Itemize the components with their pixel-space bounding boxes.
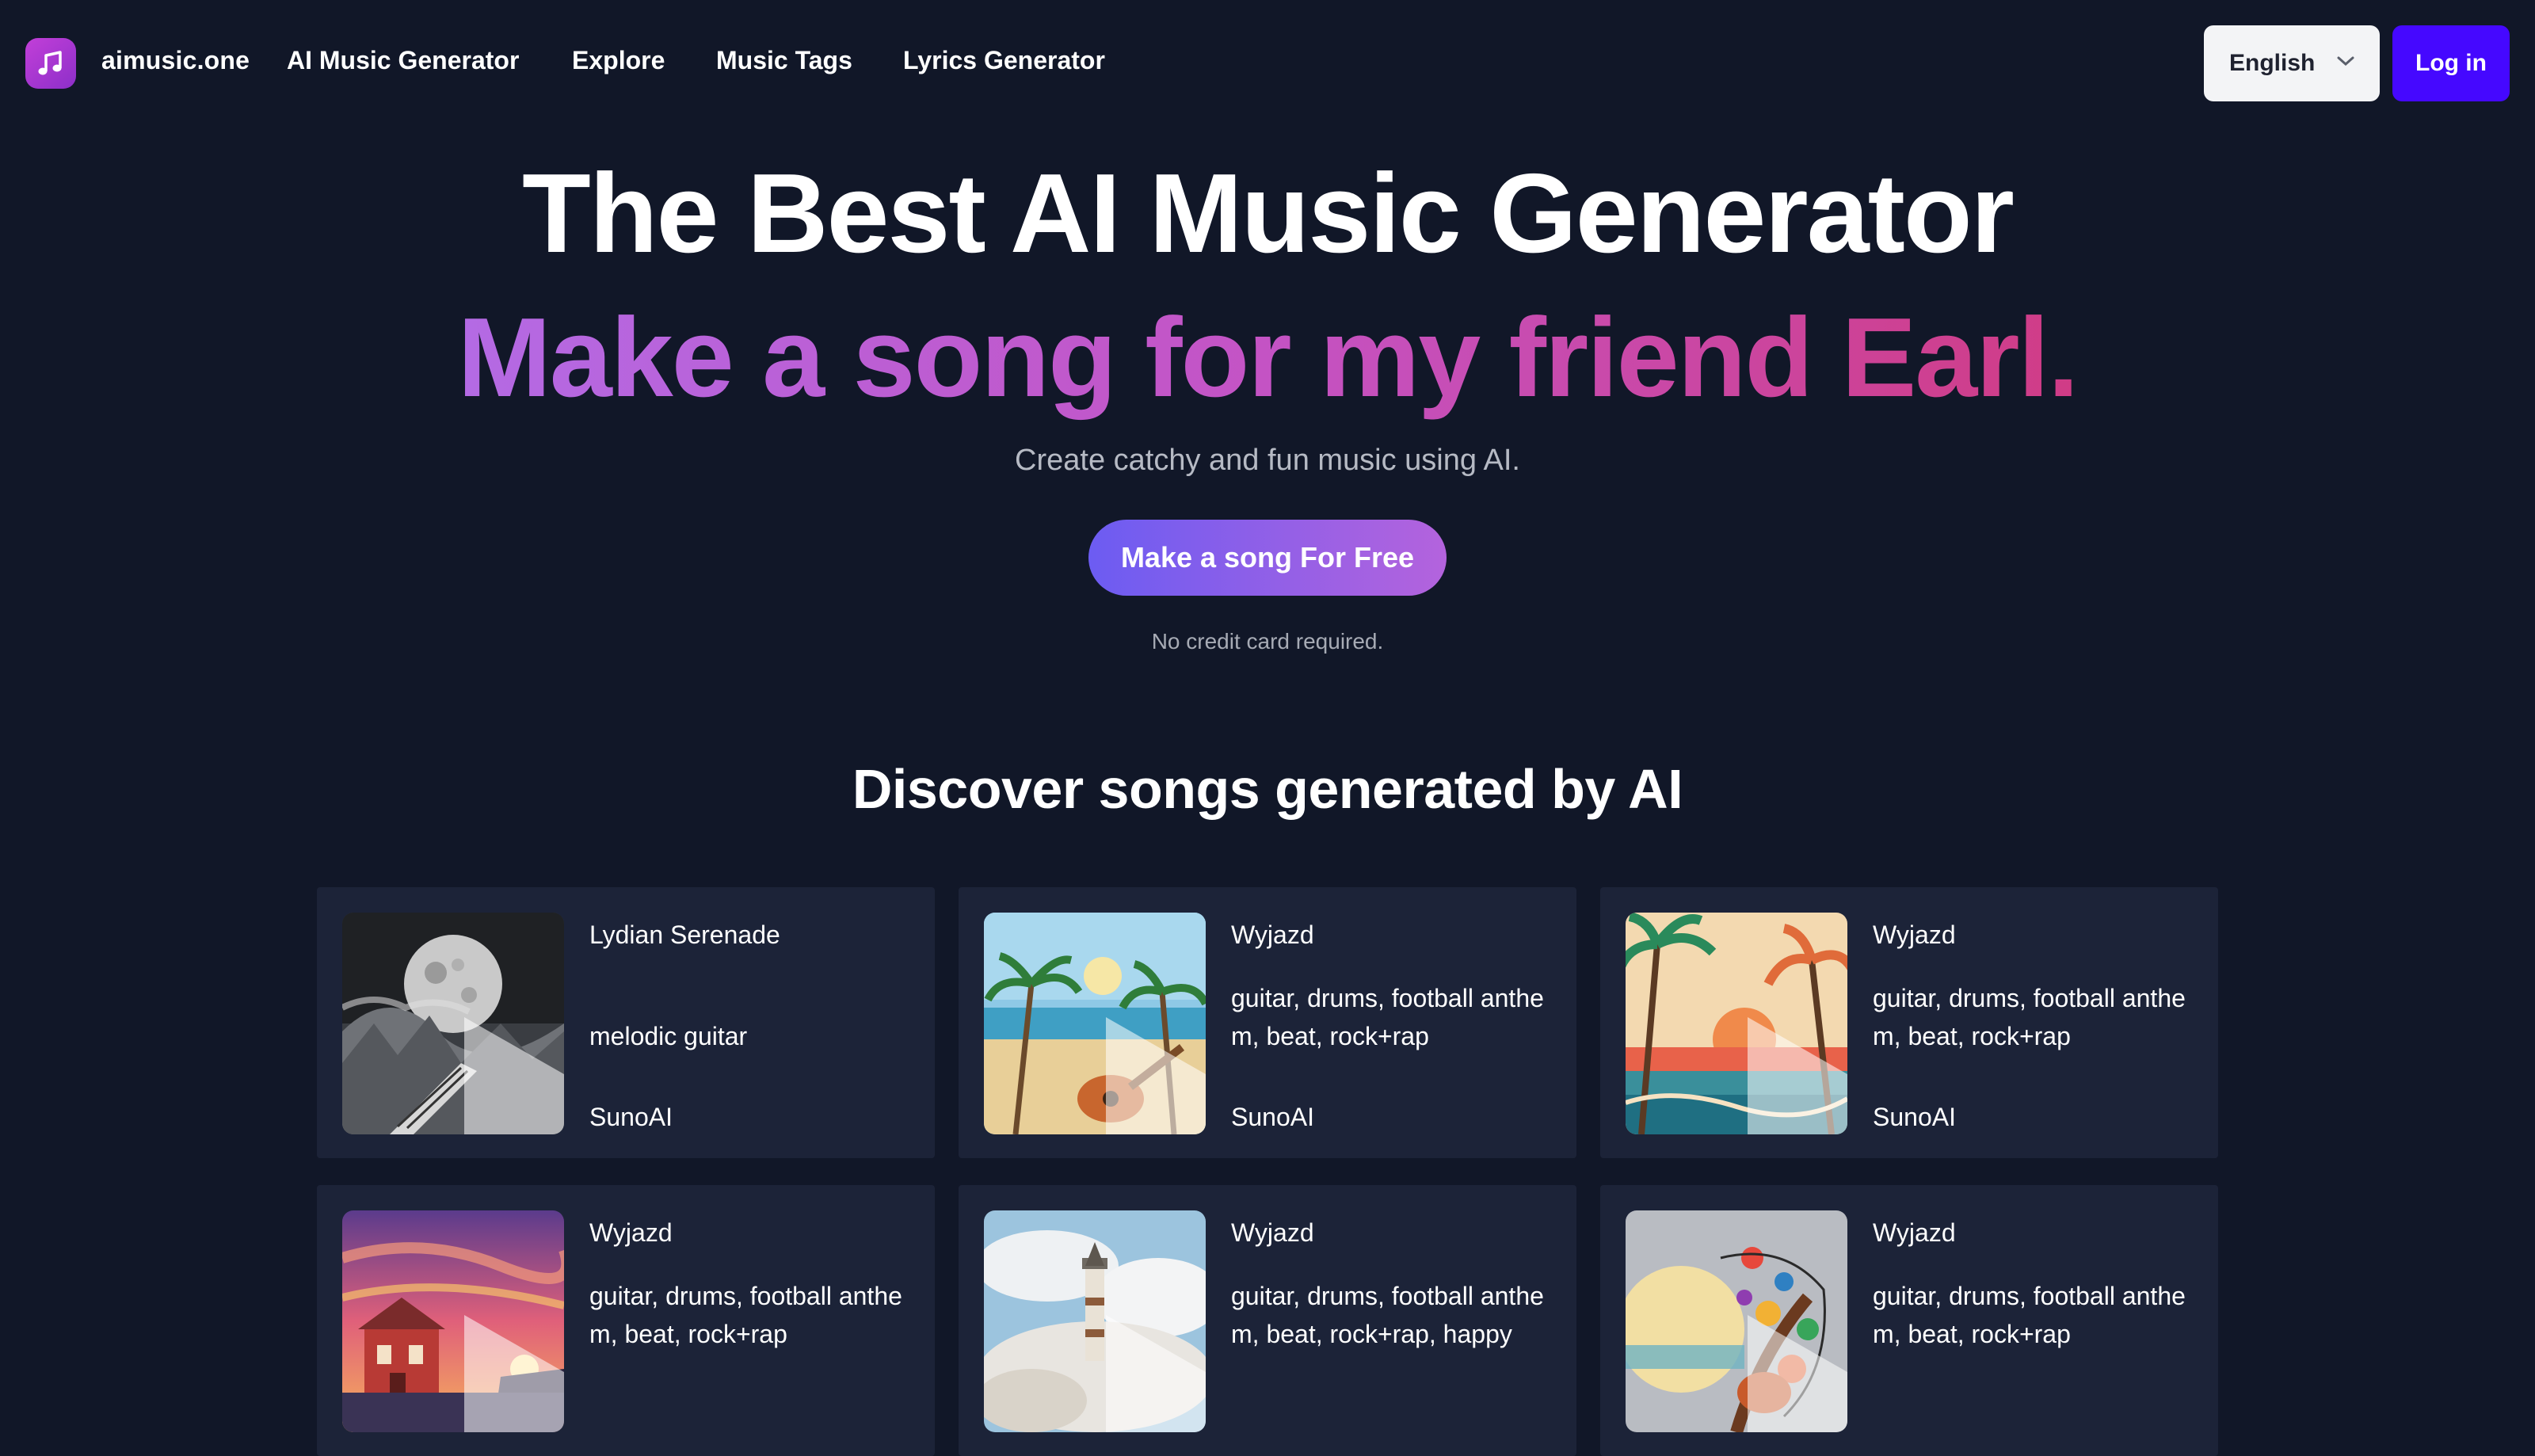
song-artwork[interactable] [984, 1210, 1206, 1432]
hero-subtitle: Make a song for my friend Earl. [0, 295, 2535, 421]
language-select[interactable]: English [2204, 25, 2380, 101]
nav-ai-music-generator[interactable]: AI Music Generator [287, 46, 519, 75]
song-card[interactable]: Wyjazd guitar, drums, football anthem, b… [1600, 1185, 2218, 1456]
song-tags: guitar, drums, football anthem, beat, ro… [1873, 984, 2186, 1050]
nav-music-tags[interactable]: Music Tags [716, 46, 852, 75]
song-tags: guitar, drums, football anthem, beat, ro… [1231, 1282, 1544, 1348]
no-credit-card-note: No credit card required. [1151, 629, 1384, 654]
song-artwork[interactable] [342, 1210, 564, 1432]
song-title: Wyjazd [589, 1218, 673, 1247]
play-icon[interactable] [1716, 1001, 1847, 1134]
hero-title: The Best AI Music Generator [522, 151, 2015, 276]
song-tags: guitar, drums, football anthem, beat, ro… [589, 1282, 902, 1348]
chevron-down-icon [2337, 56, 2354, 67]
nav-explore[interactable]: Explore [572, 46, 665, 75]
language-label: English [2229, 50, 2316, 76]
song-source: SunoAI [589, 1103, 673, 1131]
song-title: Wyjazd [1231, 920, 1314, 949]
song-tags: guitar, drums, football anthem, beat, ro… [1231, 984, 1544, 1050]
song-tags: guitar, drums, football anthem, beat, ro… [1873, 1282, 2186, 1348]
song-title: Wyjazd [1873, 1218, 1956, 1247]
play-icon[interactable] [1716, 1299, 1847, 1432]
song-artwork[interactable] [1626, 1210, 1847, 1432]
song-artwork[interactable] [1626, 913, 1847, 1134]
song-title: Wyjazd [1231, 1218, 1314, 1247]
make-song-button[interactable]: Make a song For Free [1088, 520, 1447, 596]
login-button[interactable]: Log in [2392, 25, 2510, 101]
music-note-icon[interactable] [25, 38, 76, 89]
discover-heading: Discover songs generated by AI [852, 758, 1683, 820]
song-title: Wyjazd [1873, 920, 1956, 949]
song-title: Lydian Serenade [589, 920, 780, 949]
top-nav: aimusic.one AI Music Generator Explore M… [0, 0, 2535, 127]
song-source: SunoAI [1873, 1103, 1956, 1131]
song-card[interactable]: Wyjazd guitar, drums, football anthem, b… [959, 1185, 1576, 1456]
song-tags: melodic guitar [589, 1022, 748, 1050]
play-icon[interactable] [433, 1299, 564, 1432]
song-card[interactable]: Lydian Serenade melodic guitar SunoAI [317, 887, 935, 1158]
song-card[interactable]: Wyjazd guitar, drums, football anthem, b… [959, 887, 1576, 1158]
song-artwork[interactable] [984, 913, 1206, 1134]
play-icon[interactable] [1074, 1299, 1206, 1432]
song-source: SunoAI [1231, 1103, 1314, 1131]
nav-lyrics-generator[interactable]: Lyrics Generator [903, 46, 1105, 75]
hero-subtitle-text: Make a song for my friend Earl. [457, 295, 2079, 421]
play-icon[interactable] [433, 1001, 564, 1134]
song-card[interactable]: Wyjazd guitar, drums, football anthem, b… [317, 1185, 935, 1456]
play-icon[interactable] [1074, 1001, 1206, 1134]
brand-name[interactable]: aimusic.one [101, 46, 250, 75]
song-artwork[interactable] [342, 913, 564, 1134]
song-card[interactable]: Wyjazd guitar, drums, football anthem, b… [1600, 887, 2218, 1158]
hero-tagline: Create catchy and fun music using AI. [1015, 444, 1520, 477]
